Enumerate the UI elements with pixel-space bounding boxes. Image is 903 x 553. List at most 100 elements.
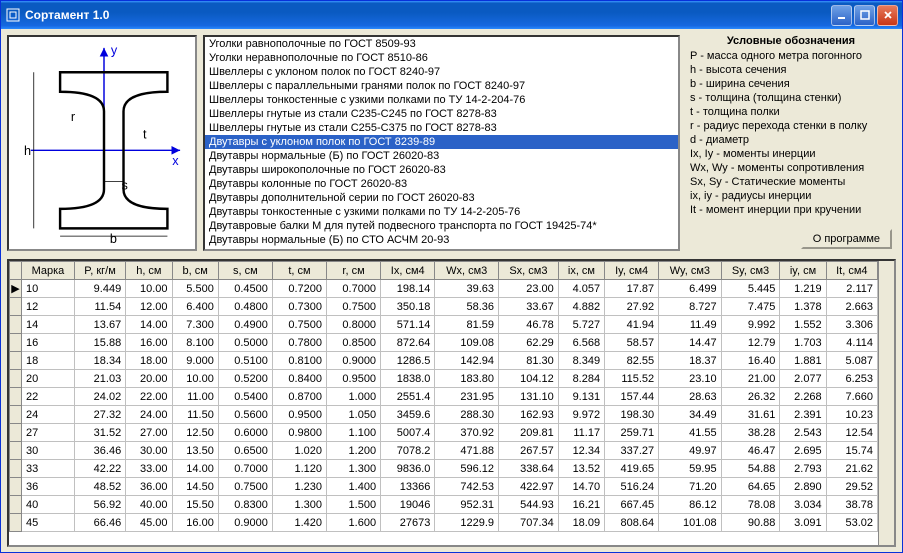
table-cell: 19046 xyxy=(381,496,435,514)
list-item[interactable]: Двутавровые балки М для путей подвесного… xyxy=(205,219,678,233)
list-item[interactable]: Двутавры с уклоном полок по ГОСТ 8239-89 xyxy=(205,135,678,149)
column-header[interactable]: b, см xyxy=(172,262,218,280)
about-button[interactable]: О программе xyxy=(801,229,892,249)
table-cell: 11.00 xyxy=(172,388,218,406)
table-cell: 11.54 xyxy=(74,298,125,316)
table-cell: 33.67 xyxy=(499,298,559,316)
table-cell: 24.00 xyxy=(126,406,172,424)
table-cell: 81.30 xyxy=(499,352,559,370)
list-item[interactable]: Швеллеры с уклоном полок по ГОСТ 8240-97 xyxy=(205,65,678,79)
table-cell: 419.65 xyxy=(605,460,659,478)
column-header[interactable]: Wy, см3 xyxy=(659,262,721,280)
table-cell: 142.94 xyxy=(435,352,499,370)
list-item[interactable]: Уголки неравнополочные по ГОСТ 8510-86 xyxy=(205,51,678,65)
column-header[interactable]: Iy, см4 xyxy=(605,262,659,280)
column-header[interactable]: Sy, см3 xyxy=(721,262,780,280)
table-cell: 42.22 xyxy=(74,460,125,478)
list-item[interactable]: Двутавры широкополочные по ГОСТ 26020-83 xyxy=(205,163,678,177)
list-item[interactable]: Двутавры тонкостенные с узкими полками п… xyxy=(205,205,678,219)
list-item[interactable]: Двутавры широкополочные по СТО АСЧМ 20-9… xyxy=(205,247,678,251)
table-cell: 209.81 xyxy=(499,424,559,442)
table-row[interactable]: 3036.4630.0013.500.65001.0201.2007078.24… xyxy=(10,442,878,460)
table-cell: 36.00 xyxy=(126,478,172,496)
column-header[interactable]: s, см xyxy=(218,262,272,280)
table-cell: 36.46 xyxy=(74,442,125,460)
table-cell: 24.02 xyxy=(74,388,125,406)
table-row[interactable]: 1615.8816.008.1000.50000.78000.8500872.6… xyxy=(10,334,878,352)
list-item[interactable]: Двутавры колонные по ГОСТ 26020-83 xyxy=(205,177,678,191)
column-header[interactable]: Sx, см3 xyxy=(499,262,559,280)
column-header[interactable]: h, см xyxy=(126,262,172,280)
table-row[interactable]: 3648.5236.0014.500.75001.2301.4001336674… xyxy=(10,478,878,496)
table-cell: 22.00 xyxy=(126,388,172,406)
table-row[interactable]: 4566.4645.0016.000.90001.4201.6002767312… xyxy=(10,514,878,532)
table-cell: 1286.5 xyxy=(381,352,435,370)
table-cell: 10.23 xyxy=(826,406,877,424)
table-cell: 31.52 xyxy=(74,424,125,442)
table-row[interactable]: ▶109.44910.005.5000.45000.72000.7000198.… xyxy=(10,280,878,298)
column-header[interactable]: Ix, см4 xyxy=(381,262,435,280)
table-cell: 14.47 xyxy=(659,334,721,352)
table-row[interactable]: 1818.3418.009.0000.51000.81000.90001286.… xyxy=(10,352,878,370)
list-item[interactable]: Швеллеры тонкостенные с узкими полками п… xyxy=(205,93,678,107)
table-row[interactable]: 1211.5412.006.4000.48000.73000.7500350.1… xyxy=(10,298,878,316)
list-item[interactable]: Швеллеры с параллельными гранями полок п… xyxy=(205,79,678,93)
table-row[interactable]: 3342.2233.0014.000.70001.1201.3009836.05… xyxy=(10,460,878,478)
legend-pane: Условные обозначения P - масса одного ме… xyxy=(686,35,896,251)
table-row[interactable]: 2427.3224.0011.500.56000.95001.0503459.6… xyxy=(10,406,878,424)
table-cell: 350.18 xyxy=(381,298,435,316)
table-cell: 11.49 xyxy=(659,316,721,334)
section-type-listbox[interactable]: Уголки равнополочные по ГОСТ 8509-93Угол… xyxy=(203,35,680,251)
table-cell: 7.660 xyxy=(826,388,877,406)
list-item[interactable]: Двутавры нормальные (Б) по ГОСТ 26020-83 xyxy=(205,149,678,163)
section-diagram: y x h b s r t xyxy=(7,35,197,251)
minimize-button[interactable] xyxy=(831,5,852,26)
table-cell: 81.59 xyxy=(435,316,499,334)
table-cell: 370.92 xyxy=(435,424,499,442)
table-cell: 6.400 xyxy=(172,298,218,316)
table-cell: 2.663 xyxy=(826,298,877,316)
column-header[interactable]: r, см xyxy=(326,262,380,280)
table-row[interactable]: 4056.9240.0015.500.83001.3001.5001904695… xyxy=(10,496,878,514)
table-cell: 1.378 xyxy=(780,298,826,316)
table-cell: 15.50 xyxy=(172,496,218,514)
list-item[interactable]: Уголки равнополочные по ГОСТ 8509-93 xyxy=(205,37,678,51)
column-header[interactable]: t, см xyxy=(272,262,326,280)
table-cell: 27673 xyxy=(381,514,435,532)
column-header[interactable]: Wx, см3 xyxy=(435,262,499,280)
table-cell: 6.568 xyxy=(558,334,604,352)
table-cell: 6.253 xyxy=(826,370,877,388)
column-header[interactable]: P, кг/м xyxy=(74,262,125,280)
close-button[interactable] xyxy=(877,5,898,26)
column-header[interactable]: Марка xyxy=(22,262,75,280)
table-row[interactable]: 2731.5227.0012.500.60000.98001.1005007.4… xyxy=(10,424,878,442)
table-row[interactable]: 2021.0320.0010.000.52000.84000.95001838.… xyxy=(10,370,878,388)
table-cell: 29.52 xyxy=(826,478,877,496)
table-cell: 12.54 xyxy=(826,424,877,442)
list-item[interactable]: Швеллеры гнутые из стали С255-С375 по ГО… xyxy=(205,121,678,135)
table-cell: 5.500 xyxy=(172,280,218,298)
table-row[interactable]: 2224.0222.0011.000.54000.87001.0002551.4… xyxy=(10,388,878,406)
column-header[interactable]: ix, см xyxy=(558,262,604,280)
table-cell: 1.000 xyxy=(326,388,380,406)
table-cell: 8.284 xyxy=(558,370,604,388)
table-row[interactable]: 1413.6714.007.3000.49000.75000.8000571.1… xyxy=(10,316,878,334)
column-header[interactable]: iy, см xyxy=(780,262,826,280)
table-cell: 46.78 xyxy=(499,316,559,334)
list-item[interactable]: Двутавры нормальные (Б) по СТО АСЧМ 20-9… xyxy=(205,233,678,247)
table-cell: 23.00 xyxy=(499,280,559,298)
table-cell: 21.62 xyxy=(826,460,877,478)
list-item[interactable]: Швеллеры гнутые из стали С235-С245 по ГО… xyxy=(205,107,678,121)
table-cell: 0.4900 xyxy=(218,316,272,334)
table-cell: 7.475 xyxy=(721,298,780,316)
data-grid[interactable]: МаркаP, кг/мh, смb, смs, смt, смr, смIx,… xyxy=(7,259,896,547)
table-cell: 12.34 xyxy=(558,442,604,460)
table-cell: 2.695 xyxy=(780,442,826,460)
maximize-button[interactable] xyxy=(854,5,875,26)
list-item[interactable]: Двутавры дополнительной серии по ГОСТ 26… xyxy=(205,191,678,205)
table-cell: 45.00 xyxy=(126,514,172,532)
column-header[interactable]: It, см4 xyxy=(826,262,877,280)
legend-line: t - толщина полки xyxy=(690,105,892,119)
table-cell: 41.94 xyxy=(605,316,659,334)
grid-vertical-scrollbar[interactable] xyxy=(878,261,894,545)
